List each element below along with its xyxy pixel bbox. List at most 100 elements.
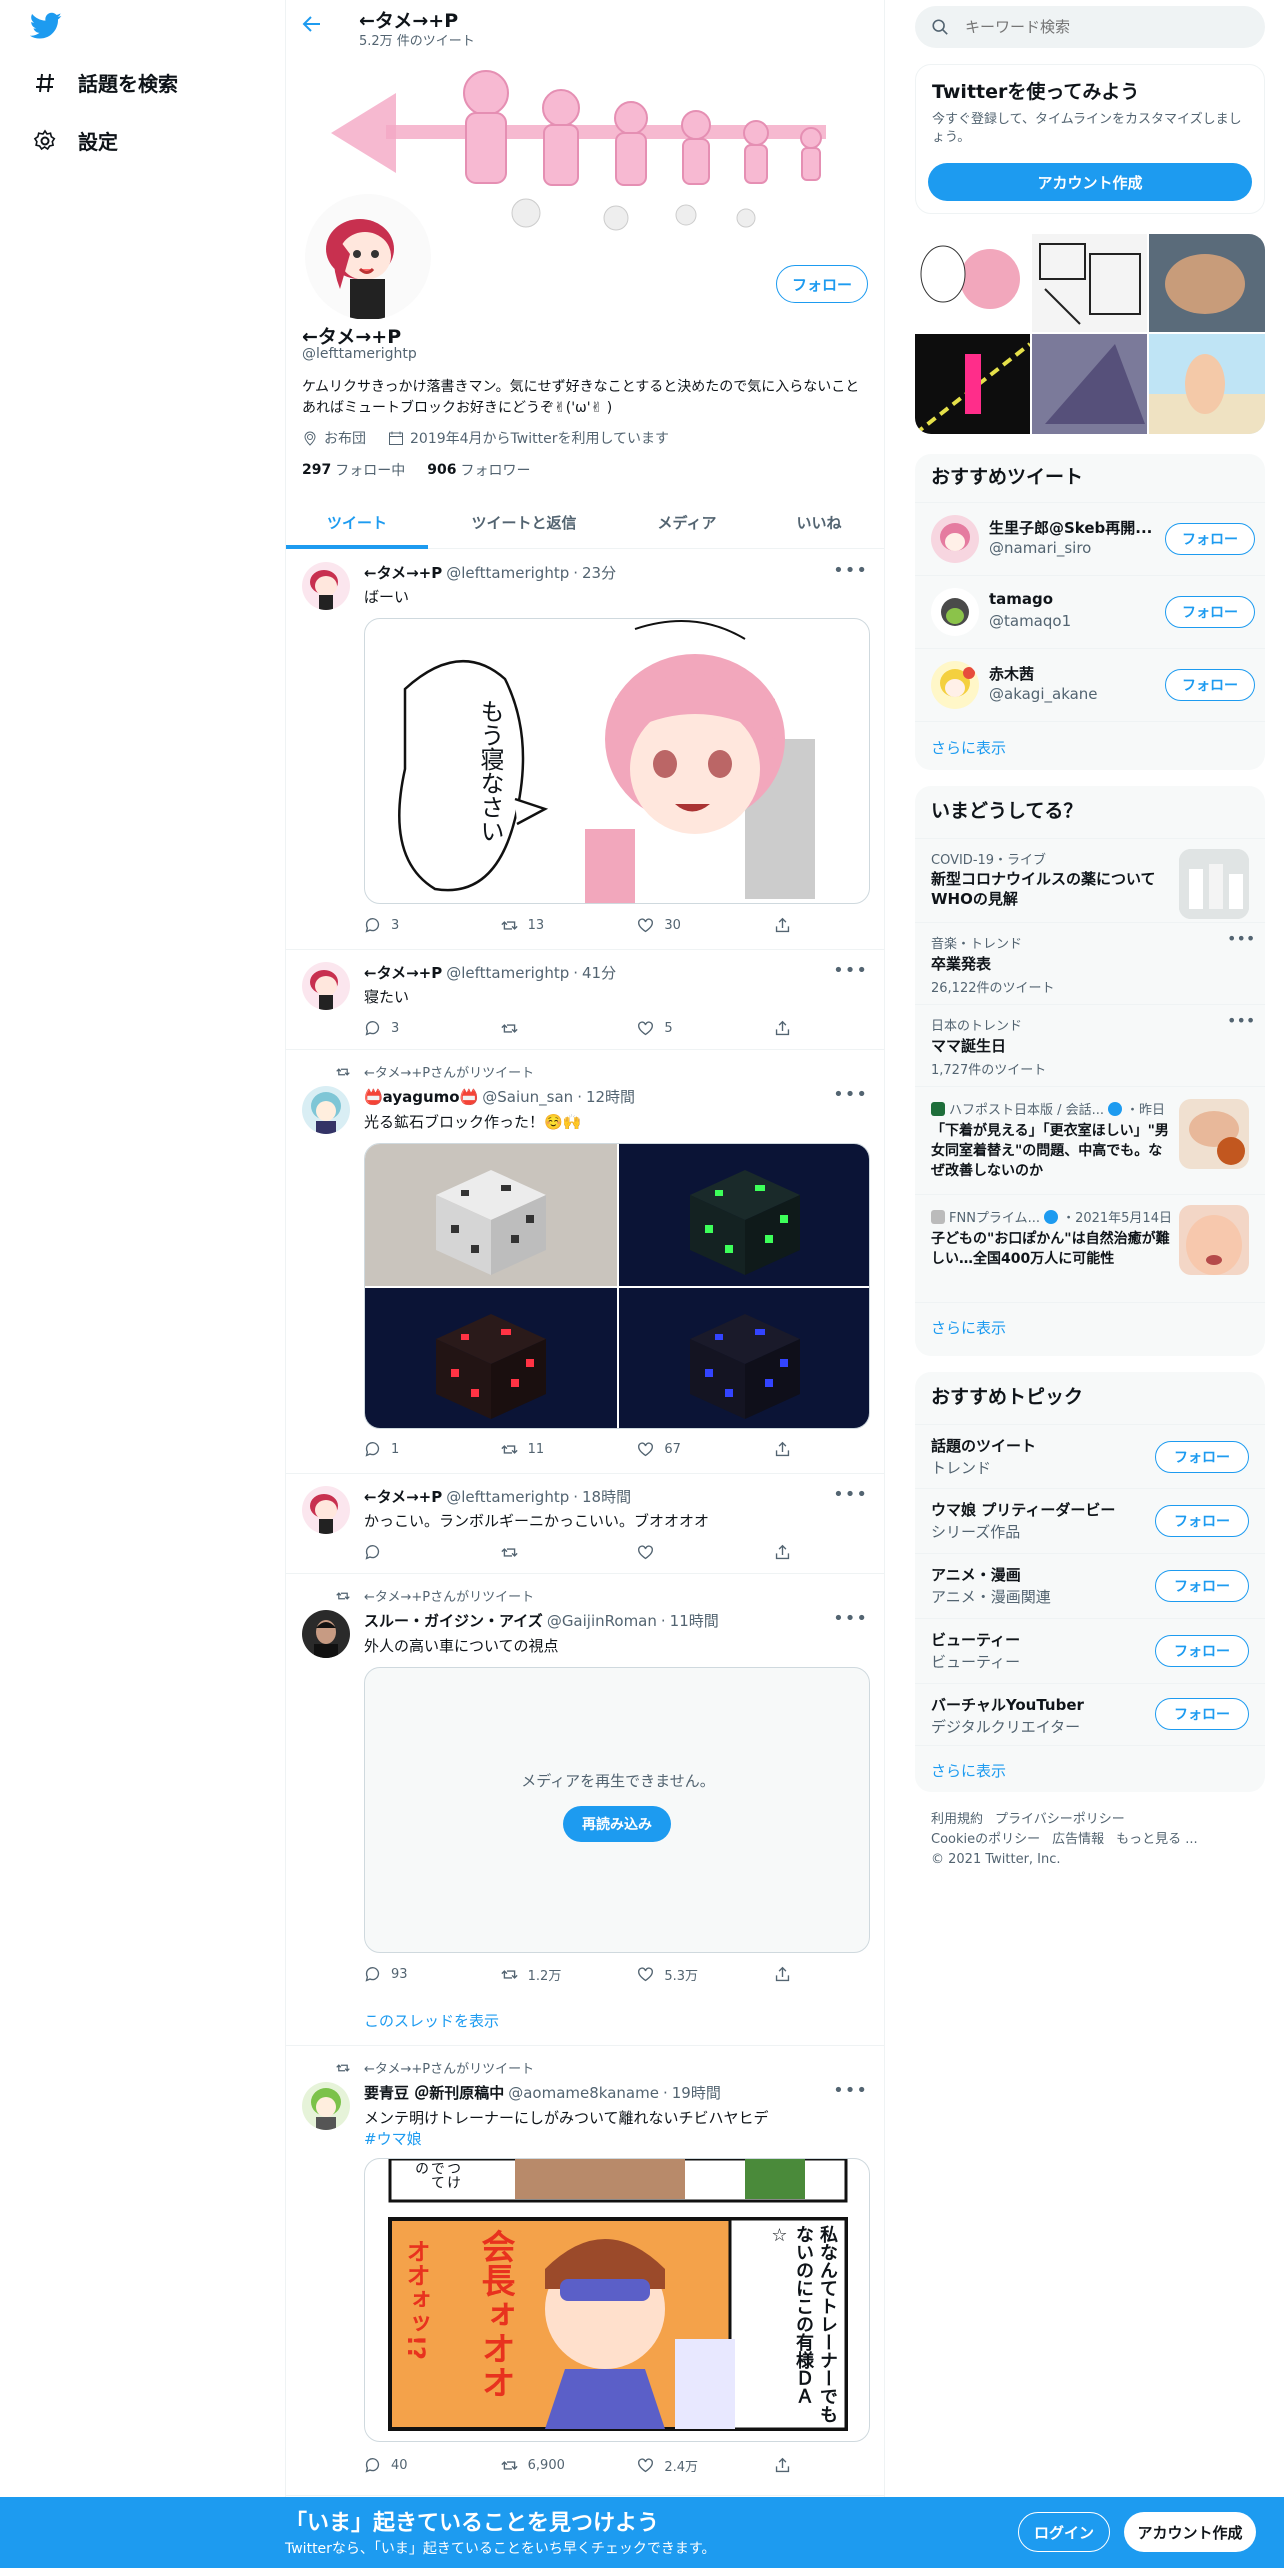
tweet-author-name[interactable]: ←タメ→+P — [364, 962, 442, 983]
tab-tweets[interactable]: ツイート — [286, 495, 428, 549]
reload-button[interactable]: 再読み込み — [563, 1806, 671, 1842]
follow-button[interactable]: フォロー — [1165, 523, 1255, 555]
tweet-time[interactable]: 19時間 — [672, 2082, 721, 2103]
create-account-button[interactable]: アカウント作成 — [928, 163, 1252, 201]
privacy-link[interactable]: プライバシーポリシー — [995, 1810, 1125, 1830]
nav-settings[interactable]: 設定 — [32, 126, 118, 155]
retweet-button[interactable] — [501, 1544, 601, 1561]
avatar[interactable] — [302, 962, 350, 1010]
topic-row[interactable]: バーチャルYouTuber デジタルクリエイター フォロー — [915, 1683, 1265, 1745]
follow-button[interactable]: フォロー — [1155, 1570, 1249, 1602]
avatar[interactable] — [302, 1610, 350, 1658]
recommended-user-row[interactable]: 生里子郎@Skeb再開... @namari_siro フォロー — [915, 502, 1265, 575]
tweet-time[interactable]: 18時間 — [582, 1486, 631, 1507]
profile-avatar[interactable] — [301, 190, 435, 324]
topic-row[interactable]: ウマ娘 プリティーダービー シリーズ作品 フォロー — [915, 1488, 1265, 1553]
follow-button[interactable]: フォロー — [1165, 596, 1255, 628]
retweet-button[interactable]: 1.2万 — [501, 1965, 601, 1984]
show-more-link[interactable]: さらに表示 — [915, 721, 1265, 770]
avatar[interactable] — [302, 2082, 350, 2130]
like-button[interactable]: 2.4万 — [637, 2456, 737, 2475]
like-button[interactable]: 5.3万 — [637, 1965, 737, 1984]
trend-item[interactable]: 音楽・トレンド 卒業発表 26,122件のツイート ••• — [915, 922, 1265, 1004]
topic-row[interactable]: ビューティー ビューティー フォロー — [915, 1618, 1265, 1683]
retweet-button[interactable]: 13 — [501, 917, 601, 934]
avatar[interactable] — [302, 562, 350, 610]
tweet-author-handle[interactable]: @lefttamerightp — [446, 564, 569, 582]
tweet-author-handle[interactable]: @aomame8kaname — [508, 2084, 659, 2102]
tweet-time[interactable]: 12時間 — [586, 1086, 635, 1107]
more-options-icon[interactable]: ••• — [833, 2080, 868, 2101]
recommended-user-row[interactable]: 赤木茜 @akagi_akane フォロー — [915, 648, 1265, 721]
tweet-image[interactable]: 私なんてトレーナーでもないのにこの有様ＤＡ☆ 会長ォオオ オオォッ!? つけでて… — [364, 2158, 870, 2442]
follow-button[interactable]: フォロー — [1155, 1441, 1249, 1473]
tweet[interactable]: ←タメ→+Pさんがリツイート スルー・ガイジン・アイズ @GaijinRoman… — [286, 1574, 884, 2046]
recommended-user-name[interactable]: tamago — [989, 590, 1053, 608]
more-options-icon[interactable]: ••• — [833, 1608, 868, 1629]
retweet-button[interactable]: 6,900 — [501, 2456, 601, 2475]
tweet-author-handle[interactable]: @lefttamerightp — [446, 1488, 569, 1506]
show-more-link[interactable]: さらに表示 — [915, 1302, 1265, 1356]
nav-explore[interactable]: 話題を検索 — [32, 68, 178, 97]
reply-button[interactable]: 93 — [364, 1965, 464, 1984]
tweet-time[interactable]: 11時間 — [670, 1610, 719, 1631]
follow-button[interactable]: フォロー — [1165, 669, 1255, 701]
following-count[interactable]: 297 — [302, 462, 331, 478]
reply-button[interactable]: 3 — [364, 917, 464, 934]
avatar[interactable] — [931, 588, 979, 636]
follow-button[interactable]: フォロー — [1155, 1505, 1249, 1537]
tweet-author-handle[interactable]: @GaijinRoman — [547, 1612, 657, 1630]
reply-button[interactable]: 1 — [364, 1441, 464, 1458]
tweet[interactable]: ←タメ→+P @lefttamerightp · 18時間 ••• かっこい。ラ… — [286, 1474, 884, 1574]
recommended-user-name[interactable]: 生里子郎@Skeb再開... — [989, 517, 1159, 538]
retweet-button[interactable]: 11 — [501, 1441, 601, 1458]
more-options-icon[interactable]: ••• — [1227, 1011, 1255, 1030]
more-options-icon[interactable]: ••• — [833, 960, 868, 981]
follow-button[interactable]: フォロー — [1155, 1635, 1249, 1667]
more-options-icon[interactable]: ••• — [833, 560, 868, 581]
trend-item[interactable]: FNNプライム... ・2021年5月14日 子どもの"お口ぽかん"は自然治癒が… — [915, 1194, 1265, 1302]
reply-button[interactable] — [364, 1544, 464, 1561]
signup-button[interactable]: アカウント作成 — [1124, 2512, 1256, 2552]
recommended-user-row[interactable]: tamago @tamaqo1 フォロー — [915, 575, 1265, 648]
tweet-author-name[interactable]: スルー・ガイジン・アイズ — [364, 1610, 543, 1631]
profile-follow-button[interactable]: フォロー — [776, 265, 868, 303]
retweet-label-text[interactable]: ←タメ→+Pさんがリツイート — [364, 2058, 534, 2077]
like-button[interactable]: 30 — [637, 917, 737, 934]
reply-button[interactable]: 40 — [364, 2456, 464, 2475]
like-button[interactable]: 5 — [637, 1020, 737, 1037]
followers-count[interactable]: 906 — [427, 462, 456, 478]
more-options-icon[interactable]: ••• — [833, 1484, 868, 1505]
tweet-author-handle[interactable]: @lefttamerightp — [446, 964, 569, 982]
trend-item[interactable]: ハフポスト日本版 / 会話... ・昨日 「下着が見える」「更衣室ほしい」"男女… — [915, 1086, 1265, 1194]
more-options-icon[interactable]: ••• — [833, 1084, 868, 1105]
retweet-label-text[interactable]: ←タメ→+Pさんがリツイート — [364, 1586, 534, 1605]
avatar[interactable] — [931, 661, 979, 709]
tweet-author-handle[interactable]: @Saiun_san — [482, 1088, 573, 1106]
tweet-author-name[interactable]: 📛ayagumo📛 — [364, 1088, 478, 1106]
tweet-time[interactable]: 23分 — [582, 562, 616, 583]
profile-media-grid[interactable] — [915, 234, 1265, 434]
retweet-button[interactable] — [501, 1020, 601, 1037]
share-button[interactable] — [774, 1441, 794, 1458]
share-button[interactable] — [774, 2456, 794, 2475]
show-thread-link[interactable]: このスレッドを表示 — [364, 2010, 499, 2031]
tweet-author-name[interactable]: 要青豆 ＠新刊原稿中 — [364, 2082, 504, 2103]
share-button[interactable] — [774, 1965, 794, 1984]
tweet-image-grid[interactable] — [364, 1143, 870, 1429]
search-bar[interactable] — [915, 6, 1265, 48]
tab-media[interactable]: メディア — [620, 495, 754, 549]
recommended-user-name[interactable]: 赤木茜 — [989, 663, 1034, 684]
cookie-link[interactable]: Cookieのポリシー — [931, 1830, 1040, 1850]
trend-item[interactable]: COVID-19・ライブ 新型コロナウイルスの薬についてWHOの見解 — [915, 838, 1265, 922]
twitter-logo-icon[interactable] — [30, 12, 62, 40]
like-button[interactable]: 67 — [637, 1441, 737, 1458]
avatar[interactable] — [931, 515, 979, 563]
tweet[interactable]: ←タメ→+Pさんがリツイート 要青豆 ＠新刊原稿中 @aomame8kaname… — [286, 2046, 884, 2496]
tab-tweets-and-replies[interactable]: ツイートと返信 — [428, 495, 620, 549]
tweet-hashtag[interactable]: #ウマ娘 — [364, 2128, 422, 2149]
share-button[interactable] — [774, 917, 794, 934]
tweet[interactable]: ←タメ→+P @lefttamerightp · 41分 ••• 寝たい 3 5 — [286, 950, 884, 1050]
back-arrow-icon[interactable] — [302, 14, 322, 34]
login-button[interactable]: ログイン — [1018, 2512, 1110, 2552]
